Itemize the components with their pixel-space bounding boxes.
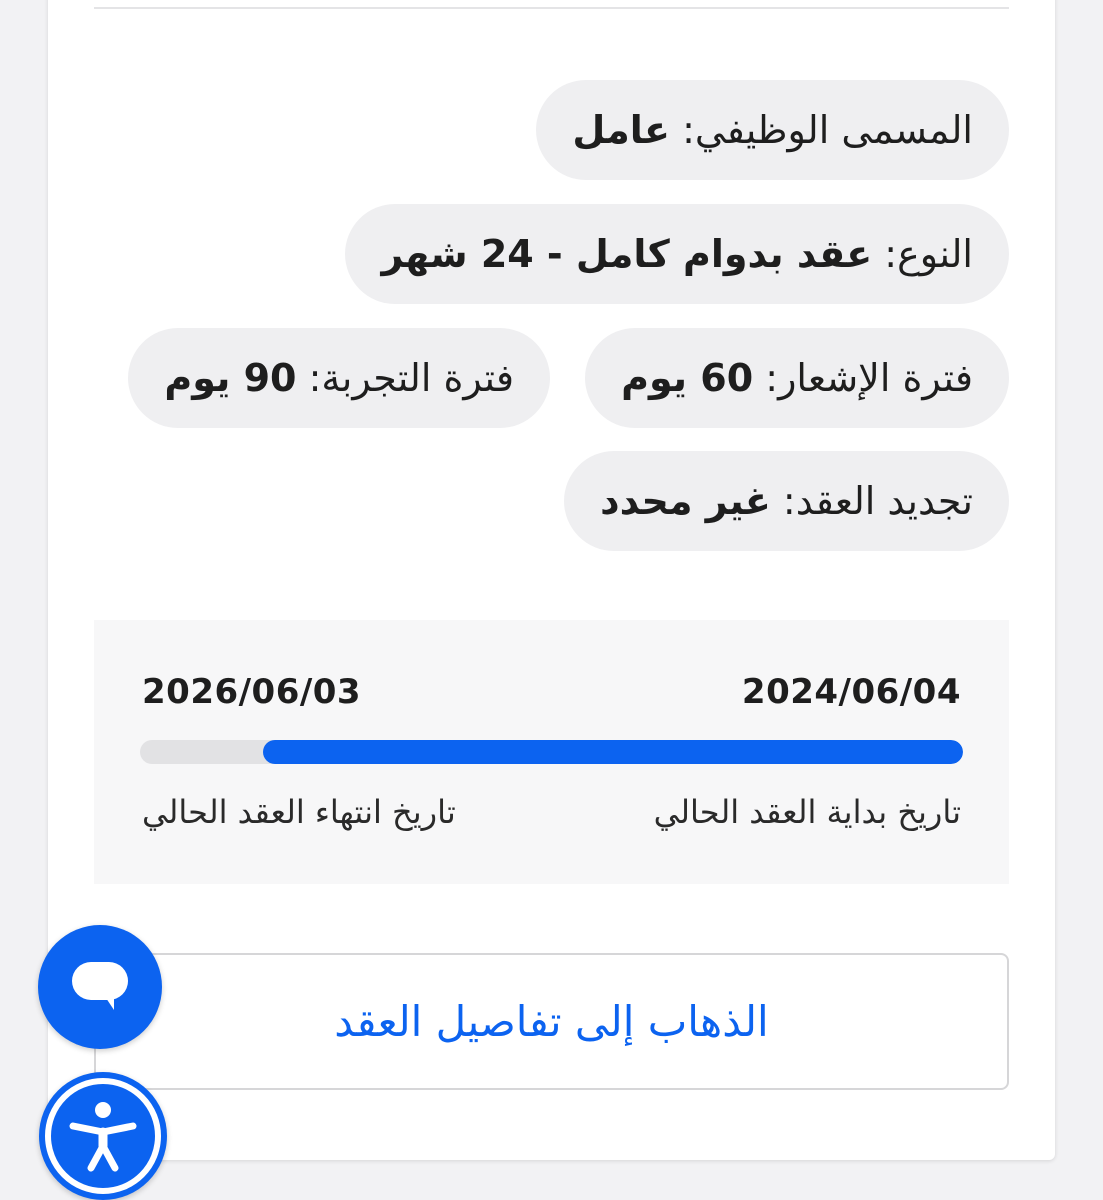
notice-period-value: 60 يوم [621, 356, 754, 400]
contract-end-date: 2026/06/03 [142, 672, 362, 712]
contract-progress-fill [263, 740, 963, 764]
contract-renewal-value: غير محدد [600, 479, 771, 523]
chat-bubble-icon [72, 962, 128, 1010]
probation-period-value: 90 يوم [164, 356, 297, 400]
contract-start-caption: تاريخ بداية العقد الحالي [653, 793, 961, 831]
notice-period-label: فترة الإشعار: [765, 356, 973, 400]
accessibility-button[interactable] [39, 1072, 167, 1200]
accessibility-icon [45, 1078, 161, 1194]
job-title-pill: المسمى الوظيفي: عامل [536, 80, 1009, 180]
contract-progress-track [140, 740, 963, 764]
contract-renewal-label: تجديد العقد: [782, 479, 973, 523]
job-title-value: عامل [572, 108, 670, 152]
contract-type-label: النوع: [884, 232, 973, 276]
contract-start-date: 2024/06/04 [741, 672, 961, 712]
job-title-label: المسمى الوظيفي: [682, 108, 973, 152]
probation-period-pill: فترة التجربة: 90 يوم [128, 328, 550, 428]
contract-type-value: عقد بدوام كامل - 24 شهر [381, 232, 873, 276]
top-divider [94, 7, 1009, 9]
notice-period-pill: فترة الإشعار: 60 يوم [585, 328, 1009, 428]
probation-period-label: فترة التجربة: [308, 356, 514, 400]
go-to-contract-details-button[interactable]: الذهاب إلى تفاصيل العقد [94, 953, 1009, 1090]
chat-button[interactable] [38, 925, 162, 1049]
contract-end-caption: تاريخ انتهاء العقد الحالي [142, 793, 456, 831]
contract-renewal-pill: تجديد العقد: غير محدد [564, 451, 1009, 551]
contract-type-pill: النوع: عقد بدوام كامل - 24 شهر [345, 204, 1009, 304]
